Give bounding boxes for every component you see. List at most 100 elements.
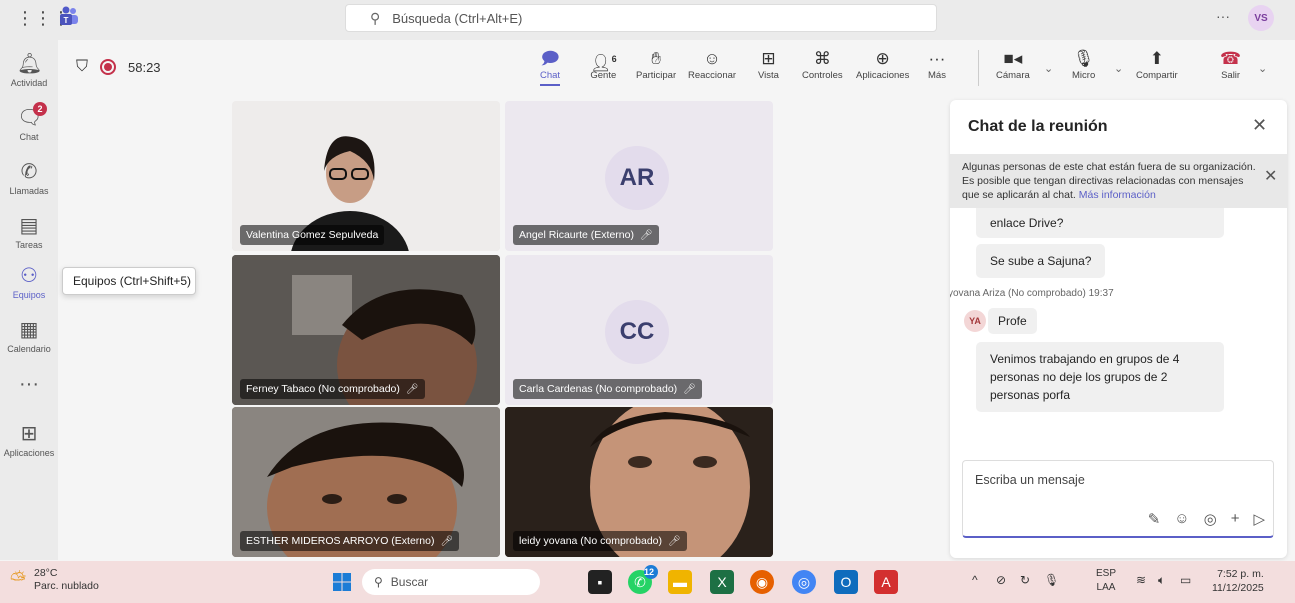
banner-close-icon[interactable]: ✕: [1264, 169, 1277, 185]
input-language-indicator[interactable]: ESP LAA: [1096, 567, 1116, 595]
rail-item-chat[interactable]: 🗨︎ 2 Chat: [0, 100, 58, 156]
acrobat-icon[interactable]: A: [874, 570, 898, 594]
lang-code: ESP: [1096, 568, 1117, 579]
app-rail: 🔔︎ Actividad 🗨︎ 2 Chat ✆ Llamadas ▤ Tarea…: [0, 40, 58, 560]
title-bar: ⋮⋮⋮ T ⚲ Búsqueda (Ctrl+Alt+E) ··· VS: [0, 0, 1295, 40]
volume-icon[interactable]: 🔈︎: [1158, 573, 1165, 588]
taskbar-search-label: Buscar: [390, 575, 429, 589]
participant-name: Angel Ricaurte (Externo): [519, 229, 634, 241]
format-icon[interactable]: ✎: [1148, 510, 1161, 528]
file-explorer-icon[interactable]: ▬: [668, 570, 692, 594]
controls-label: Controles: [802, 70, 843, 81]
excel-icon[interactable]: X: [710, 570, 734, 594]
mic-button[interactable]: 🎙︎ Micro: [1072, 48, 1095, 81]
camera-label: Cámara: [996, 70, 1030, 81]
participant-avatar: AR: [605, 146, 669, 210]
sync-icon[interactable]: ↻: [1020, 573, 1030, 587]
raise-hand-button[interactable]: ✋︎ Participar: [636, 48, 676, 81]
system-clock[interactable]: 7:52 p. m. 11/12/2025: [1212, 567, 1264, 595]
windows-taskbar: ⛅︎ 28°C Parc. nublado ⚲ Buscar ▪ ✆ 12 ▬ X…: [0, 561, 1295, 603]
apps-button[interactable]: ⊕ Aplicaciones: [856, 48, 909, 81]
whatsapp-icon[interactable]: ✆ 12: [628, 565, 658, 594]
mic-off-icon: 🎤︎: [639, 230, 653, 241]
video-tile[interactable]: Ferney Tabaco (No comprobado) 🎤︎: [232, 255, 500, 405]
mic-off-icon: 🎤︎: [440, 536, 454, 547]
message-composer[interactable]: Escriba un mensaje ✎ ☺ ◎ + ▷: [962, 460, 1274, 538]
search-input[interactable]: ⚲ Búsqueda (Ctrl+Alt+E): [345, 4, 937, 32]
outlook-icon[interactable]: O: [834, 570, 858, 594]
share-button[interactable]: ⬆ Compartir: [1136, 48, 1178, 81]
video-tile[interactable]: leidy yovana (No comprobado) 🎤︎: [505, 407, 773, 557]
rail-label: Calendario: [7, 344, 51, 354]
leave-button[interactable]: ☎ Salir: [1220, 48, 1241, 81]
video-tile[interactable]: Valentina Gomez Sepulveda: [232, 101, 500, 251]
app-launcher-icon[interactable]: ⋮⋮⋮: [16, 8, 70, 28]
emoji-icon[interactable]: ☺: [1174, 510, 1189, 528]
chrome-icon[interactable]: ◎: [792, 570, 816, 594]
controls-button[interactable]: ⌘ Controles: [802, 48, 843, 81]
rail-item-aplicaciones[interactable]: ⊞ Aplicaciones: [0, 416, 58, 472]
microphone-icon[interactable]: 🎙︎: [1044, 573, 1059, 587]
rail-label: Llamadas: [9, 186, 49, 196]
react-button[interactable]: ☺ Reaccionar: [688, 48, 736, 81]
leave-options-chevron-icon[interactable]: ⌄: [1258, 62, 1267, 75]
firefox-icon[interactable]: ◉: [750, 570, 774, 594]
more-button[interactable]: ··· Más: [928, 48, 946, 81]
chat-message[interactable]: Se sube a Sajuna?: [976, 244, 1106, 278]
react-label: Reaccionar: [688, 70, 737, 81]
video-tile[interactable]: CC Carla Cardenas (No comprobado) 🎤︎: [505, 255, 773, 405]
attach-plus-icon[interactable]: +: [1231, 510, 1240, 528]
rail-item-llamadas[interactable]: ✆ Llamadas: [0, 154, 58, 210]
tray-overflow-icon[interactable]: ^: [972, 573, 978, 587]
rail-item-tareas[interactable]: ▤ Tareas: [0, 208, 58, 264]
share-icon: ⬆: [1149, 49, 1164, 68]
meeting-timer: 58:23: [128, 60, 161, 75]
video-tile[interactable]: ESTHER MIDEROS ARROYO (Externo) 🎤︎: [232, 407, 500, 557]
partly-cloudy-icon: ⛅︎: [10, 568, 26, 591]
sender-avatar: YA: [964, 310, 986, 332]
meeting-toolbar: ⛉ 58:23 🗩︎ Chat 👤︎6 Gente ✋︎ Participar …: [58, 40, 1295, 96]
task-view-icon[interactable]: ▪: [588, 570, 612, 594]
composer-placeholder: Escriba un mensaje: [975, 473, 1085, 487]
rail-label: Chat: [19, 132, 39, 142]
people-button[interactable]: 👤︎6 Gente: [590, 48, 617, 81]
taskbar-search[interactable]: ⚲ Buscar: [362, 569, 540, 595]
view-button[interactable]: ⊞ Vista: [758, 48, 779, 81]
bell-icon: 🔔︎: [17, 53, 43, 75]
participant-name-label: Valentina Gomez Sepulveda: [240, 225, 385, 245]
battery-icon[interactable]: ▭: [1180, 573, 1191, 587]
video-tile[interactable]: AR Angel Ricaurte (Externo) 🎤︎: [505, 101, 773, 251]
close-icon[interactable]: ✕: [1252, 115, 1267, 136]
user-avatar[interactable]: VS: [1248, 5, 1274, 31]
more-info-link[interactable]: Más información: [1079, 189, 1156, 201]
apps-label: Aplicaciones: [856, 70, 910, 81]
camera-button[interactable]: ■◂ Cámara: [996, 48, 1030, 81]
rail-item-actividad[interactable]: 🔔︎ Actividad: [0, 46, 58, 102]
meeting-chat-panel: Chat de la reunión ✕ Algunas personas de…: [950, 100, 1287, 558]
wifi-icon[interactable]: ≋: [1136, 573, 1146, 587]
more-options-icon[interactable]: ···: [1216, 8, 1230, 24]
teams-icon: ⚇: [20, 265, 38, 287]
phone-icon: ✆: [20, 161, 38, 183]
rail-item-more[interactable]: ···: [0, 366, 58, 422]
weather-temp: 28°C: [34, 567, 58, 579]
share-label: Compartir: [1136, 70, 1178, 81]
chat-message[interactable]: enlace Drive?: [976, 208, 1224, 238]
chat-message[interactable]: Profe: [988, 308, 1037, 334]
start-icon[interactable]: [330, 570, 354, 594]
participant-name: Carla Cardenas (No comprobado): [519, 383, 678, 395]
rail-label: Equipos: [12, 290, 46, 300]
weather-widget[interactable]: ⛅︎ 28°C Parc. nublado: [10, 567, 99, 593]
chat-message[interactable]: Venimos trabajando en grupos de 4 person…: [976, 342, 1224, 412]
network-off-icon[interactable]: ⊘: [996, 573, 1006, 587]
rail-item-calendario[interactable]: ▦ Calendario: [0, 312, 58, 368]
unread-badge: 2: [33, 102, 47, 116]
message-text: enlace Drive?: [990, 216, 1064, 230]
mic-options-chevron-icon[interactable]: ⌄: [1114, 62, 1123, 75]
camera-options-chevron-icon[interactable]: ⌄: [1044, 62, 1053, 75]
rail-item-equipos[interactable]: ⚇ Equipos: [0, 258, 58, 314]
chat-button[interactable]: 🗩︎ Chat: [540, 48, 561, 86]
send-icon[interactable]: ▷: [1253, 510, 1265, 528]
more-icon: ···: [928, 49, 946, 68]
sticker-icon[interactable]: ◎: [1204, 510, 1217, 528]
